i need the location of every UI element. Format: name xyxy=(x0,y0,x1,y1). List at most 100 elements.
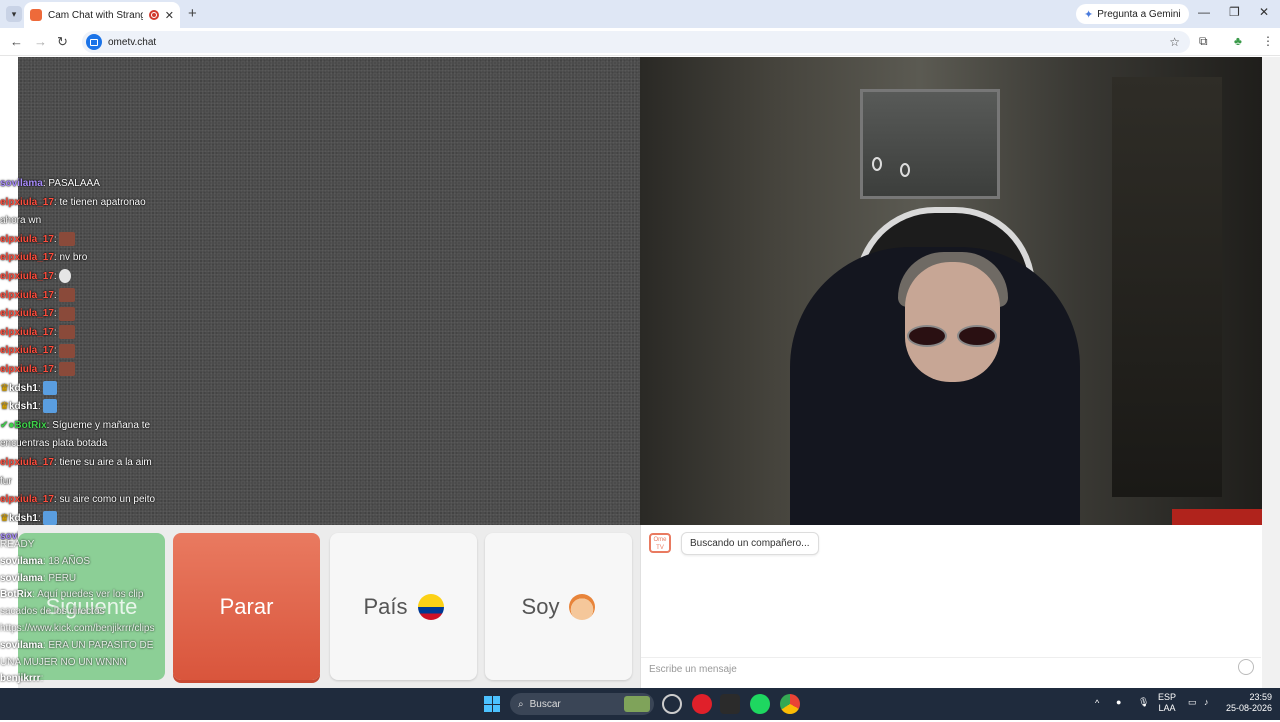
chat-message: elpxiula_17: xyxy=(0,361,175,380)
tab-strip: ▾ Cam Chat with Strangers o ✕ + ✦ Pregun… xyxy=(0,0,1280,28)
chat-message: ♛kdsh1: xyxy=(0,380,175,399)
chat-text: : nv bro xyxy=(53,252,88,264)
country-label: País xyxy=(363,593,408,619)
tray-overflow-icon[interactable]: ^ xyxy=(1095,698,1099,709)
chat-username: elpxiula_17 xyxy=(0,270,54,282)
browser-toolbar: ← → ↻ ometv.chat ☆ ⧉ ♣ ⋮ xyxy=(0,28,1280,56)
chat-message: sovilama: 18 AÑOS xyxy=(0,554,175,571)
chat-message: elpxiula_17: nv bro xyxy=(0,249,175,268)
crown-badge-icon: ♛ xyxy=(0,512,9,524)
stop-button[interactable]: Parar xyxy=(173,533,320,680)
country-button[interactable]: País xyxy=(330,533,477,680)
language-indicator[interactable]: ESP LAA xyxy=(1158,692,1176,714)
reload-button[interactable]: ↻ xyxy=(57,34,68,50)
chat-message: sovilama: PERU xyxy=(0,571,175,588)
chat-message: elpxiula_17: xyxy=(0,231,175,250)
chat-message: ✔●BotRix: Sígueme y mañana te xyxy=(0,417,175,436)
chat-username: elpxiula_17 xyxy=(0,196,54,208)
me-label: Soy xyxy=(521,593,560,619)
extensions-icon[interactable]: ⧉ xyxy=(1199,34,1208,49)
spotify-app-icon[interactable] xyxy=(750,694,770,714)
chrome-app-icon[interactable] xyxy=(780,694,800,714)
bot-badge-icon: ✔● xyxy=(0,419,15,431)
tab-search-button[interactable]: ▾ xyxy=(6,6,22,22)
address-bar[interactable]: ometv.chat ☆ xyxy=(82,31,1190,53)
new-tab-button[interactable]: + xyxy=(188,5,197,22)
chat-username: kdsh1 xyxy=(8,401,38,413)
chat-message: elpxiula_17: xyxy=(0,268,175,287)
chat-message: elpxiula_17: tiene su aire a la aim xyxy=(0,454,175,473)
chat-message: ahora wn xyxy=(0,212,175,231)
chat-username: kdsh1 xyxy=(8,512,38,524)
chat-message: fur xyxy=(0,473,175,492)
active-tab[interactable]: Cam Chat with Strangers o ✕ xyxy=(24,2,180,28)
windows-start-icon[interactable] xyxy=(484,696,500,712)
chat-username: elpxiula_17 xyxy=(0,326,54,338)
epic-games-app-icon[interactable] xyxy=(720,694,740,714)
emote-emote-icon xyxy=(59,325,76,340)
minimize-button[interactable]: — xyxy=(1198,5,1210,19)
chat-message: READY xyxy=(0,537,175,554)
microphone-icon[interactable]: 🎙 xyxy=(1138,697,1149,708)
chat-username: BotRix xyxy=(14,419,47,431)
clock[interactable]: 23:59 25-08-2026 xyxy=(1222,692,1272,714)
close-window-button[interactable]: ✕ xyxy=(1259,5,1269,19)
taskbar-search[interactable]: ⌕ Buscar xyxy=(510,693,654,715)
chat-text: : PASALAAA xyxy=(42,178,100,189)
light-reflection xyxy=(900,163,910,177)
browser-menu-icon[interactable]: ⋮ xyxy=(1262,34,1274,48)
colombia-flag-icon xyxy=(417,593,444,620)
message-input[interactable]: Escribe un mensaje xyxy=(641,657,1261,681)
chat-username: elpxiula_17 xyxy=(0,252,54,264)
chat-text: : ERA UN PAPASITO DE xyxy=(42,639,154,651)
page-scrollbar[interactable] xyxy=(1262,57,1280,688)
profile-icon[interactable]: ♣ xyxy=(1234,34,1242,48)
emoji-icon[interactable] xyxy=(1238,659,1254,675)
chat-message: sacados de los directos xyxy=(0,604,175,621)
bookmark-star-icon[interactable]: ☆ xyxy=(1169,35,1180,49)
clock-date: 25-08-2026 xyxy=(1225,703,1272,713)
streamer-face xyxy=(905,262,1000,382)
site-info-icon[interactable] xyxy=(86,34,102,50)
tray-app-icon[interactable]: ● xyxy=(1116,697,1121,708)
obs-app-icon[interactable] xyxy=(662,694,682,714)
recording-indicator-icon xyxy=(148,10,159,20)
background-shelf xyxy=(1112,77,1222,497)
chat-text: https://www.kick.com/benjikrrr/clips xyxy=(0,622,155,634)
url-text: ometv.chat xyxy=(108,36,157,48)
light-reflection xyxy=(872,157,882,171)
opera-app-icon[interactable] xyxy=(692,694,712,714)
chat-text: : tiene su aire a la aim xyxy=(53,456,152,468)
emote-emote-icon xyxy=(59,362,76,377)
chat-username: elpxiula_17 xyxy=(0,363,54,375)
chat-text: : xyxy=(40,673,44,685)
chat-username: BotRix xyxy=(0,589,33,601)
boy-face-icon xyxy=(569,593,596,620)
gender-button[interactable]: Soy xyxy=(485,533,632,680)
language-layout: LAA xyxy=(1158,703,1176,713)
skull-emote-icon xyxy=(59,269,72,284)
chat-text: : Aquí puedes ver los clip xyxy=(32,589,144,601)
gemini-sparkle-icon: ✦ xyxy=(1084,8,1094,21)
chat-message: elpxiula_17: te tienen apatronao xyxy=(0,194,175,213)
chat-username: elpxiula_17 xyxy=(0,345,54,357)
background-window xyxy=(860,89,1000,199)
chat-text: : 18 AÑOS xyxy=(42,555,91,567)
chat-username: sovilama xyxy=(0,572,43,584)
emote-emote-icon xyxy=(59,343,76,358)
chat-text: UNA MUJER NO UN WNNN xyxy=(0,656,127,668)
chat-message: elpxiula_17: xyxy=(0,287,175,306)
gemini-button[interactable]: ✦ Pregunta a Gemini xyxy=(1076,4,1189,24)
volume-icon[interactable]: ♪ xyxy=(1204,697,1209,708)
tab-close-icon[interactable]: ✕ xyxy=(165,9,174,22)
network-icon[interactable]: ▭ xyxy=(1188,697,1197,708)
emote-emote-icon xyxy=(59,306,76,321)
forward-button[interactable]: → xyxy=(34,34,47,49)
chat-username: sovilama xyxy=(0,178,43,189)
chat-message: sovilama: ERA UN PAPASITO DE xyxy=(0,638,175,655)
maximize-button[interactable]: ❐ xyxy=(1229,5,1240,19)
chat-text: fur xyxy=(0,475,12,487)
ometv-logo-icon: Ome TV xyxy=(649,533,671,553)
back-button[interactable]: ← xyxy=(10,34,23,49)
chat-message: elpxiula_17: xyxy=(0,342,175,361)
